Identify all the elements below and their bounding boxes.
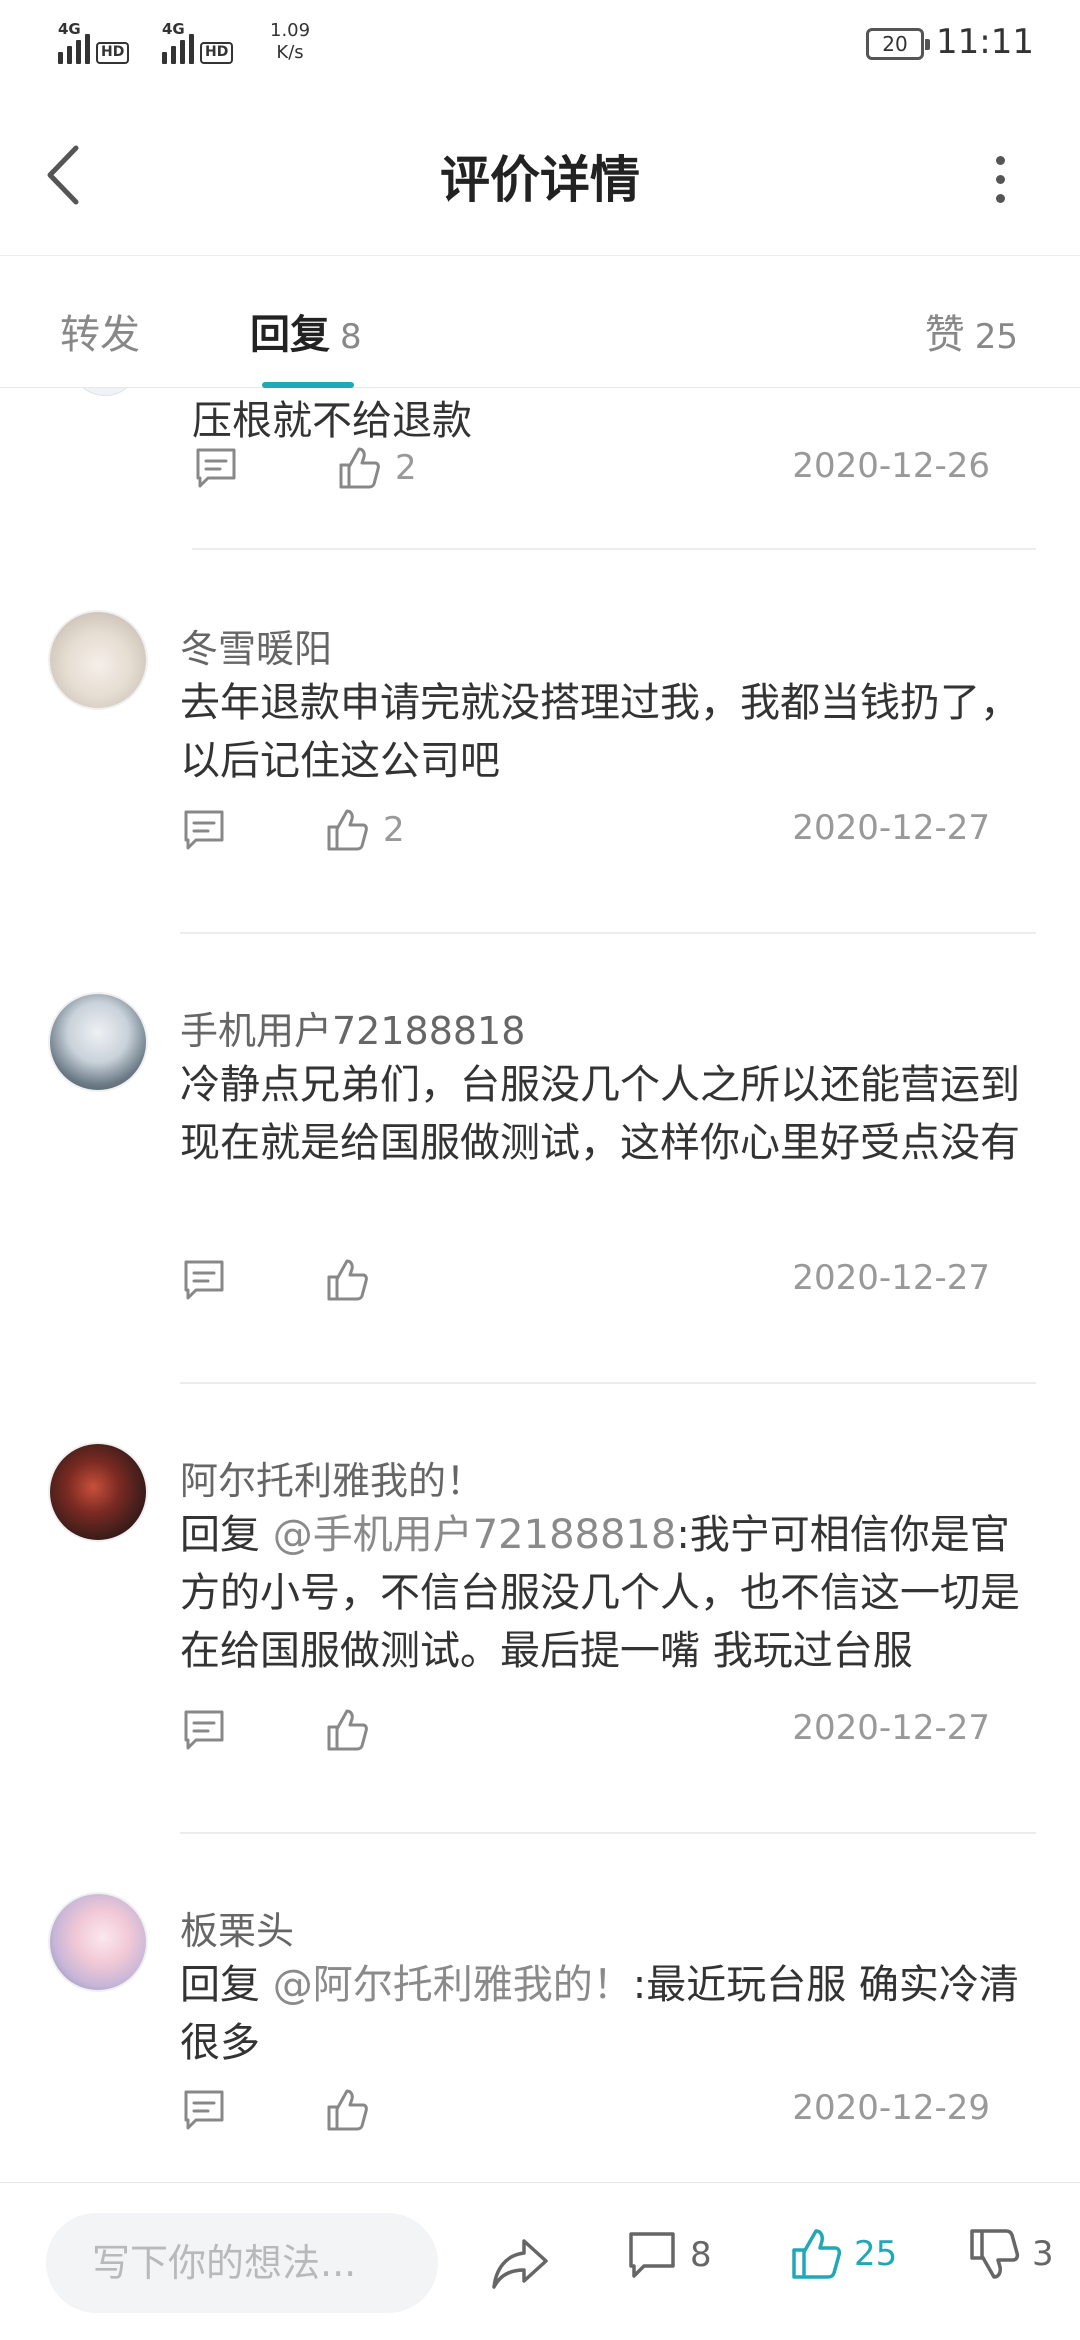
tab-forward[interactable]: 转发 [60,302,140,360]
like-button[interactable] [325,2086,383,2134]
like-count-button[interactable]: 25 [790,2227,897,2281]
like-button[interactable]: 2 [337,444,417,492]
comment-text: 冷静点兄弟们，台服没几个人之所以还能营运到现在就是给国服做测试，这样你心里好受点… [180,1062,1020,1166]
battery-level: 20 [882,32,908,56]
status-bar: 4G HD 4G HD 1.09 K/s 20 11:11 [0,0,1080,92]
reply-button[interactable] [182,1708,226,1752]
comment-text: 回复 @阿尔托利雅我的！:最近玩台服 确实冷清很多 [180,1956,1030,2072]
like-button[interactable]: 2 [325,806,405,854]
more-options-button[interactable] [980,150,1020,210]
tab-like-count: 25 [974,317,1018,357]
comment-date: 2020-12-27 [792,808,990,848]
thumbs-up-icon [327,1259,368,1301]
bottom-action-bar: 写下你的想法... 8 25 3 [0,2182,1080,2340]
like-count: 2 [383,810,405,850]
network-speed-value: 1.09 [270,20,311,41]
reply-button[interactable] [182,1258,226,1302]
tab-like[interactable]: 赞 25 [925,302,1018,360]
comment-icon [184,810,224,850]
network-speed: 1.09 K/s [270,20,310,64]
tab-like-label: 赞 [924,312,965,358]
divider [180,1832,1036,1834]
comment-text: 压根就不给退款 [192,398,472,444]
share-icon [492,2239,548,2289]
reply-prefix: 回复 [180,1962,273,2008]
comment-icon [184,2090,224,2130]
network-type-2: 4G [162,20,185,38]
reply-list[interactable]: 压根就不给退款 2 2020-12-26 冬雪暖阳 去年退款申请完就没搭理过我，… [0,388,1080,2182]
tab-forward-label: 转发 [60,312,140,358]
comment-text: 去年退款申请完就没搭理过我，我都当钱扔了，以后记住这公司吧 [180,680,1020,784]
reply-button[interactable] [182,2088,226,2132]
network-speed-unit: K/s [276,42,304,63]
signal-bars-icon [162,34,194,64]
tab-reply-label: 回复 [250,312,330,358]
thumbs-up-icon [327,1709,368,1751]
comment-actions: 2 2020-12-26 [192,440,990,496]
divider [192,548,1036,550]
avatar[interactable] [48,1892,148,1992]
hd-badge: HD [200,42,234,64]
comment-input[interactable]: 写下你的想法... [46,2213,438,2313]
comment-icon [184,1710,224,1750]
hd-badge: HD [96,42,130,64]
active-tab-indicator [262,382,354,388]
signal-bars-icon [58,34,90,64]
like-count: 25 [854,2234,898,2274]
comment-icon [196,448,236,488]
comment-actions: 2020-12-27 [180,1252,990,1308]
mention-link[interactable]: @手机用户72188818 [273,1512,677,1558]
comment-actions: 2020-12-27 [180,1702,990,1758]
divider [180,1382,1036,1384]
reply-button[interactable] [194,446,238,490]
comment-icon [184,1260,224,1300]
avatar[interactable] [48,610,148,710]
thumbs-down-icon [970,2229,1020,2279]
comment-date: 2020-12-26 [792,446,990,486]
comment-icon [629,2232,675,2278]
comment-username[interactable]: 手机用户72188818 [180,1000,525,1055]
comment-username[interactable]: 阿尔托利雅我的！ [180,1450,484,1505]
clock: 11:11 [936,22,1034,62]
comment-username[interactable]: 板栗头 [180,1900,294,1955]
thumbs-up-icon [339,447,380,489]
like-button[interactable] [325,1706,383,1754]
like-count: 2 [395,448,417,488]
mention-link[interactable]: @阿尔托利雅我的！ [273,1962,633,2008]
thumbs-up-icon [327,2089,368,2131]
share-button[interactable] [490,2235,550,2291]
avatar[interactable] [70,388,140,396]
comment-text: 回复 @手机用户72188818:我宁可相信你是官方的小号，不信台服没几个人，也… [180,1506,1030,1680]
avatar[interactable] [48,992,148,1092]
divider [180,932,1036,934]
cellular-signal-2: 4G HD [162,20,234,64]
dislike-count: 3 [1032,2234,1054,2274]
thumbs-up-icon [327,809,368,851]
battery-icon: 20 [866,28,930,60]
comment-date: 2020-12-27 [792,1708,990,1748]
comment-input-placeholder: 写下你的想法... [92,2241,357,2285]
avatar[interactable] [48,1442,148,1542]
tab-reply-count: 8 [340,317,362,357]
comment-date: 2020-12-27 [792,1258,990,1298]
comment-username[interactable]: 冬雪暖阳 [180,618,332,673]
dislike-button[interactable]: 3 [968,2227,1054,2281]
tab-reply[interactable]: 回复 8 [250,302,362,360]
comment-count-button[interactable]: 8 [626,2229,712,2281]
like-button[interactable] [325,1256,383,1304]
reply-button[interactable] [182,808,226,852]
network-type-1: 4G [58,20,81,38]
comment-date: 2020-12-29 [792,2088,990,2128]
header: 评价详情 [0,100,1080,256]
cellular-signal-1: 4G HD [58,20,130,64]
page-title: 评价详情 [440,151,640,209]
thumbs-up-icon [792,2229,842,2279]
comment-actions: 2 2020-12-27 [180,802,990,858]
tab-bar: 转发 回复 8 赞 25 [0,258,1080,388]
comment-count: 8 [690,2235,712,2275]
reply-prefix: 回复 [180,1512,273,1558]
comment-actions: 2020-12-29 [180,2082,990,2138]
